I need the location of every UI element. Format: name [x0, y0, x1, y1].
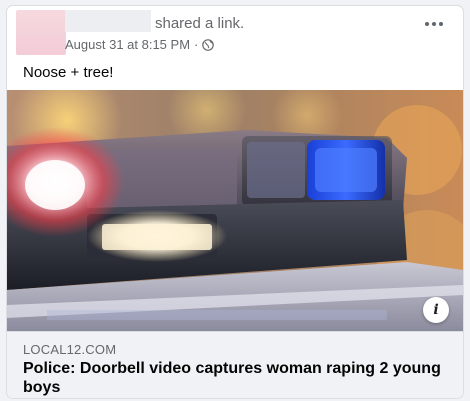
post-text: Noose + tree!	[23, 64, 114, 81]
post-card: shared a link. August 31 at 8:15 PM · No…	[6, 5, 464, 399]
link-preview[interactable]: LOCAL12.COM Police: Doorbell video captu…	[7, 331, 463, 398]
post-meta: August 31 at 8:15 PM ·	[65, 37, 215, 52]
timestamp[interactable]: August 31 at 8:15 PM	[65, 37, 190, 52]
link-headline[interactable]: Police: Doorbell video captures woman ra…	[23, 359, 443, 397]
action-text: shared a link.	[155, 15, 245, 32]
police-lights-photo	[7, 90, 463, 331]
author-name-redacted[interactable]	[65, 10, 151, 32]
avatar[interactable]	[16, 10, 66, 55]
link-preview-image[interactable]: i	[7, 90, 463, 331]
meta-separator: ·	[194, 37, 199, 52]
link-domain: LOCAL12.COM	[23, 342, 117, 357]
info-icon[interactable]: i	[423, 297, 449, 323]
more-options-icon[interactable]	[425, 22, 443, 26]
globe-icon[interactable]	[202, 38, 215, 51]
